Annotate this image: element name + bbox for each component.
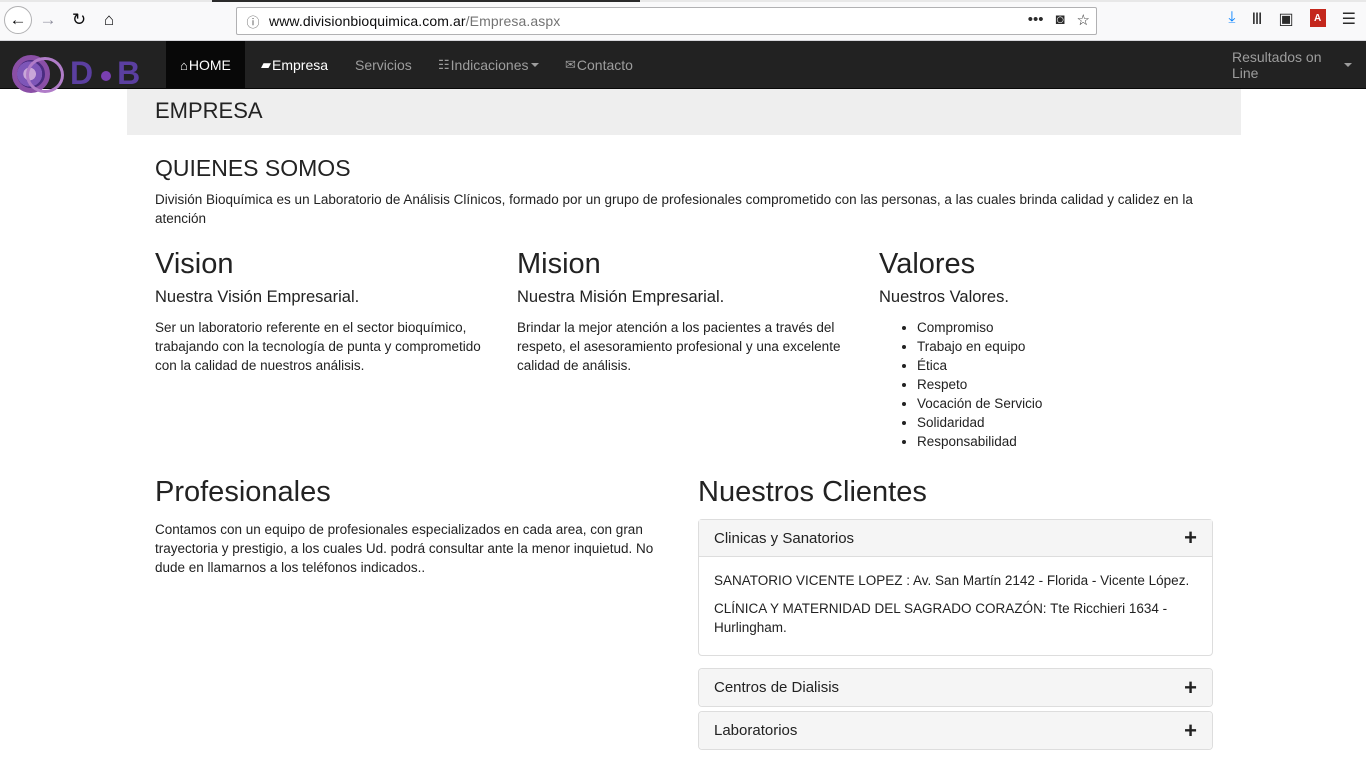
panel-dialisis-title: Centros de Dialisis bbox=[714, 679, 840, 696]
nav-servicios[interactable]: Servicios bbox=[341, 41, 426, 89]
back-button[interactable]: ← bbox=[4, 6, 32, 34]
panel-laboratorios-title: Laboratorios bbox=[714, 722, 798, 739]
info-icon[interactable]: ⓘ bbox=[241, 12, 265, 31]
client-item: SANATORIO VICENTE LOPEZ : Av. San Martín… bbox=[714, 573, 1190, 588]
arrow-right-icon: → bbox=[39, 10, 57, 29]
quienes-title: QUIENES SOMOS bbox=[155, 155, 351, 181]
home-icon: ⌂ bbox=[180, 57, 188, 73]
profesionales-text: Contamos con un equipo de profesionales … bbox=[155, 522, 654, 575]
arrow-left-icon: ← bbox=[9, 10, 27, 29]
list-item: Ética bbox=[917, 356, 1219, 375]
nav-home[interactable]: ⌂ HOME bbox=[166, 41, 245, 89]
panel-clinicas: Clinicas y Sanatorios + SANATORIO VICENT… bbox=[698, 519, 1213, 656]
profesionales-title: Profesionales bbox=[155, 476, 331, 508]
nav-servicios-label: Servicios bbox=[355, 57, 412, 73]
url-bar[interactable]: ⓘ www.divisionbioquimica.com.ar/Empresa.… bbox=[236, 7, 1097, 35]
download-icon[interactable]: ⤓ bbox=[1228, 9, 1235, 29]
url-text: www.divisionbioquimica.com.ar/Empresa.as… bbox=[269, 13, 560, 29]
panel-dialisis: Centros de Dialisis + bbox=[698, 668, 1213, 707]
caret-down-icon bbox=[531, 63, 540, 67]
nav-resultados[interactable]: Resultados on Line bbox=[1218, 41, 1366, 89]
list-item: Vocación de Servicio bbox=[917, 394, 1219, 413]
sidebar-icon[interactable]: ▣ bbox=[1279, 9, 1294, 29]
vision-column: Vision Nuestra Visión Empresarial. Ser u… bbox=[155, 246, 495, 375]
list-icon: ☷ bbox=[438, 57, 450, 72]
menu-icon[interactable]: ☰ bbox=[1342, 9, 1356, 29]
quienes-text: División Bioquímica es un Laboratorio de… bbox=[155, 192, 1193, 226]
url-actions: ••• ◙ ☆ bbox=[1028, 11, 1090, 29]
valores-list: Compromiso Trabajo en equipo Ética Respe… bbox=[879, 318, 1219, 451]
house-icon: ⌂ bbox=[103, 10, 115, 29]
tab-strip bbox=[0, 0, 1366, 2]
mision-column: Mision Nuestra Misión Empresarial. Brind… bbox=[517, 246, 857, 375]
nav-contacto[interactable]: ✉ Contacto bbox=[551, 41, 647, 89]
valores-title: Valores bbox=[879, 248, 976, 280]
nav-resultados-label: Resultados on Line bbox=[1232, 49, 1322, 81]
nav-contacto-label: Contacto bbox=[576, 57, 633, 73]
bookmark-star-icon[interactable]: ☆ bbox=[1077, 11, 1090, 29]
vision-subtitle: Nuestra Visión Empresarial. bbox=[155, 288, 360, 306]
panel-clinicas-header[interactable]: Clinicas y Sanatorios + bbox=[699, 520, 1212, 557]
mision-subtitle: Nuestra Misión Empresarial. bbox=[517, 288, 725, 306]
page-header: EMPRESA bbox=[127, 89, 1241, 135]
clientes-title: Nuestros Clientes bbox=[698, 476, 927, 508]
nav-indicaciones-label: Indicaciones bbox=[450, 57, 529, 73]
panel-clinicas-body: SANATORIO VICENTE LOPEZ : Av. San Martín… bbox=[699, 557, 1212, 655]
list-item: Compromiso bbox=[917, 318, 1219, 337]
library-icon[interactable]: Ⅲ bbox=[1252, 9, 1263, 29]
vision-text: Ser un laboratorio referente en el secto… bbox=[155, 320, 481, 373]
reload-icon: ↻ bbox=[71, 10, 87, 29]
panel-laboratorios-header[interactable]: Laboratorios + bbox=[699, 712, 1212, 749]
home-button[interactable]: ⌂ bbox=[95, 6, 123, 34]
nav-empresa[interactable]: ▰ Empresa bbox=[247, 41, 342, 89]
logo-letters: DB bbox=[70, 55, 143, 91]
site-navbar: DB ⌂ HOME ▰ Empresa Servicios ☷ Indicacione… bbox=[0, 41, 1366, 93]
vision-title: Vision bbox=[155, 248, 234, 280]
pocket-icon[interactable]: ◙ bbox=[1055, 11, 1064, 29]
briefcase-icon: ▰ bbox=[261, 57, 271, 72]
panel-laboratorios: Laboratorios + bbox=[698, 711, 1213, 750]
client-item: CLÍNICA Y MATERNIDAD DEL SAGRADO CORAZÓN… bbox=[714, 601, 1168, 635]
reload-button[interactable]: ↻ bbox=[65, 6, 93, 34]
mision-title: Mision bbox=[517, 248, 601, 280]
mision-text: Brindar la mejor atención a los paciente… bbox=[517, 320, 841, 373]
panel-clinicas-title: Clinicas y Sanatorios bbox=[714, 529, 855, 547]
logo-ring-outline bbox=[26, 57, 64, 93]
toolbar-icons: ⤓ Ⅲ ▣ A ☰ bbox=[1228, 9, 1356, 29]
envelope-icon: ✉ bbox=[565, 57, 576, 72]
valores-subtitle: Nuestros Valores. bbox=[879, 288, 1009, 306]
list-item: Responsabilidad bbox=[917, 432, 1219, 451]
valores-column: Valores Nuestros Valores. Compromiso Tra… bbox=[879, 246, 1219, 451]
panel-dialisis-header[interactable]: Centros de Dialisis + bbox=[699, 669, 1212, 706]
plus-icon[interactable]: + bbox=[1184, 719, 1197, 742]
nav-empresa-label: Empresa bbox=[272, 57, 329, 73]
nav-home-label: HOME bbox=[188, 57, 231, 73]
page-title: EMPRESA bbox=[155, 98, 263, 123]
caret-down-icon bbox=[1344, 63, 1352, 67]
active-tab-indicator bbox=[212, 0, 640, 2]
list-item: Trabajo en equipo bbox=[917, 337, 1219, 356]
nav-indicaciones[interactable]: ☷ Indicaciones bbox=[424, 41, 553, 89]
plus-icon[interactable]: + bbox=[1184, 676, 1197, 699]
browser-toolbar: ← → ↻ ⌂ ⓘ www.divisionbioquimica.com.ar/… bbox=[0, 0, 1366, 41]
plus-icon[interactable]: + bbox=[1184, 527, 1197, 549]
more-actions-icon[interactable]: ••• bbox=[1028, 11, 1044, 29]
pdf-icon[interactable]: A bbox=[1309, 9, 1326, 27]
list-item: Solidaridad bbox=[917, 413, 1219, 432]
url-domain: www.divisionbioquimica.com.ar bbox=[269, 13, 466, 29]
forward-button[interactable]: → bbox=[34, 6, 62, 34]
url-path: /Empresa.aspx bbox=[465, 13, 561, 29]
list-item: Respeto bbox=[917, 375, 1219, 394]
